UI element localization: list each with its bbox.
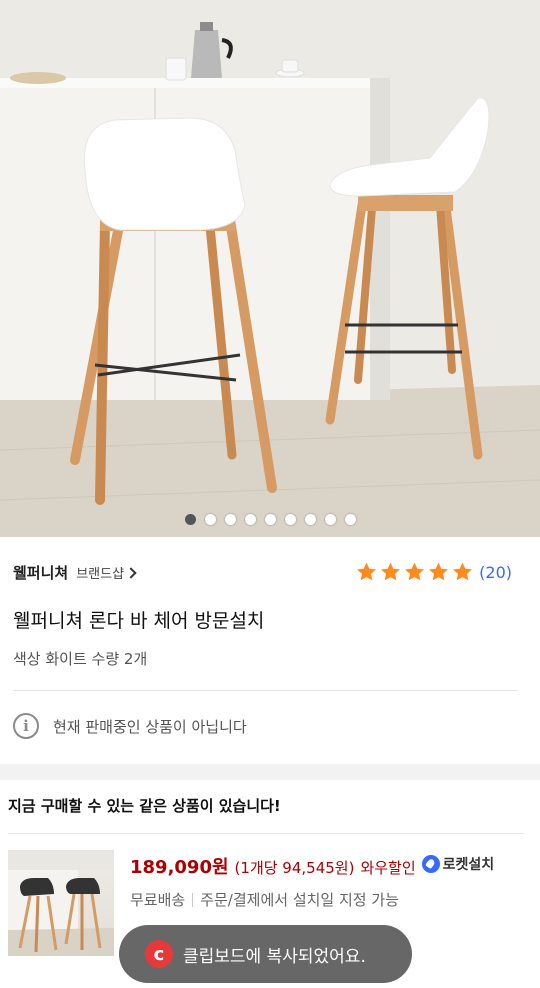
section-divider xyxy=(0,764,540,780)
notice-text: 현재 판매중인 상품이 아닙니다 xyxy=(53,717,247,736)
star-icon xyxy=(357,562,377,581)
toast-message: 클립보드에 복사되었어요. xyxy=(183,946,366,967)
rocket-icon xyxy=(421,855,440,873)
delivery-info: 무료배송 주문/결제에서 설치일 지정 가능 xyxy=(130,889,399,910)
divider xyxy=(8,833,524,834)
gallery-dot[interactable] xyxy=(224,514,236,525)
brand-rating-row: 웰퍼니쳐 브랜드샵 (20) xyxy=(13,557,512,587)
star-icon xyxy=(453,562,473,581)
gallery-dot[interactable] xyxy=(304,514,316,525)
gallery-dot[interactable] xyxy=(204,514,216,525)
gallery-pagination[interactable] xyxy=(0,514,540,525)
gallery-dot[interactable] xyxy=(284,514,296,525)
gallery-dot[interactable] xyxy=(264,514,276,525)
star-icon xyxy=(405,562,425,581)
brand-shop-link[interactable]: 브랜드샵 xyxy=(76,563,124,582)
product-image-gallery[interactable] xyxy=(0,0,540,537)
separator xyxy=(192,892,194,907)
install-date-note: 주문/결제에서 설치일 지정 가능 xyxy=(200,891,399,909)
info-icon: i xyxy=(13,713,39,739)
sale-price: 189,090원 xyxy=(130,857,229,878)
alternatives-heading: 지금 구매할 수 있는 같은 상품이 있습니다! xyxy=(8,797,281,815)
divider xyxy=(13,690,517,691)
review-count-link[interactable]: (20) xyxy=(479,563,512,582)
toast-notification: c 클립보드에 복사되었어요. xyxy=(119,925,412,983)
rating-stars xyxy=(355,561,474,583)
unit-price: (1개당 94,545원) xyxy=(234,859,355,877)
star-icon xyxy=(381,562,401,581)
product-photo xyxy=(0,0,540,537)
gallery-dot[interactable] xyxy=(344,514,356,525)
gallery-dot[interactable] xyxy=(184,514,196,525)
rocket-install-badge: 로켓설치 xyxy=(421,854,495,874)
alternative-product-thumbnail[interactable] xyxy=(8,850,114,956)
brand-link[interactable]: 웰퍼니쳐 브랜드샵 xyxy=(13,562,137,583)
chevron-right-icon[interactable] xyxy=(125,566,137,579)
app-logo-icon: c xyxy=(145,940,173,968)
price-line: 189,090원 (1개당 94,545원) 와우할인 로켓설치 xyxy=(130,853,494,879)
free-shipping-label: 무료배송 xyxy=(130,891,186,909)
wow-discount-label: 와우할인 xyxy=(360,859,416,877)
brand-name[interactable]: 웰퍼니쳐 xyxy=(13,562,68,583)
gallery-dot[interactable] xyxy=(324,514,336,525)
thumbnail-photo xyxy=(8,850,114,956)
rocket-install-label: 로켓설치 xyxy=(442,857,495,873)
gallery-dot[interactable] xyxy=(244,514,256,525)
product-options: 색상 화이트 수량 2개 xyxy=(13,650,148,668)
sold-out-notice: i 현재 판매중인 상품이 아닙니다 xyxy=(13,713,247,739)
star-icon xyxy=(429,562,449,581)
product-rating[interactable]: (20) xyxy=(355,561,512,583)
product-title: 웰퍼니쳐 론다 바 체어 방문설치 xyxy=(13,610,265,632)
